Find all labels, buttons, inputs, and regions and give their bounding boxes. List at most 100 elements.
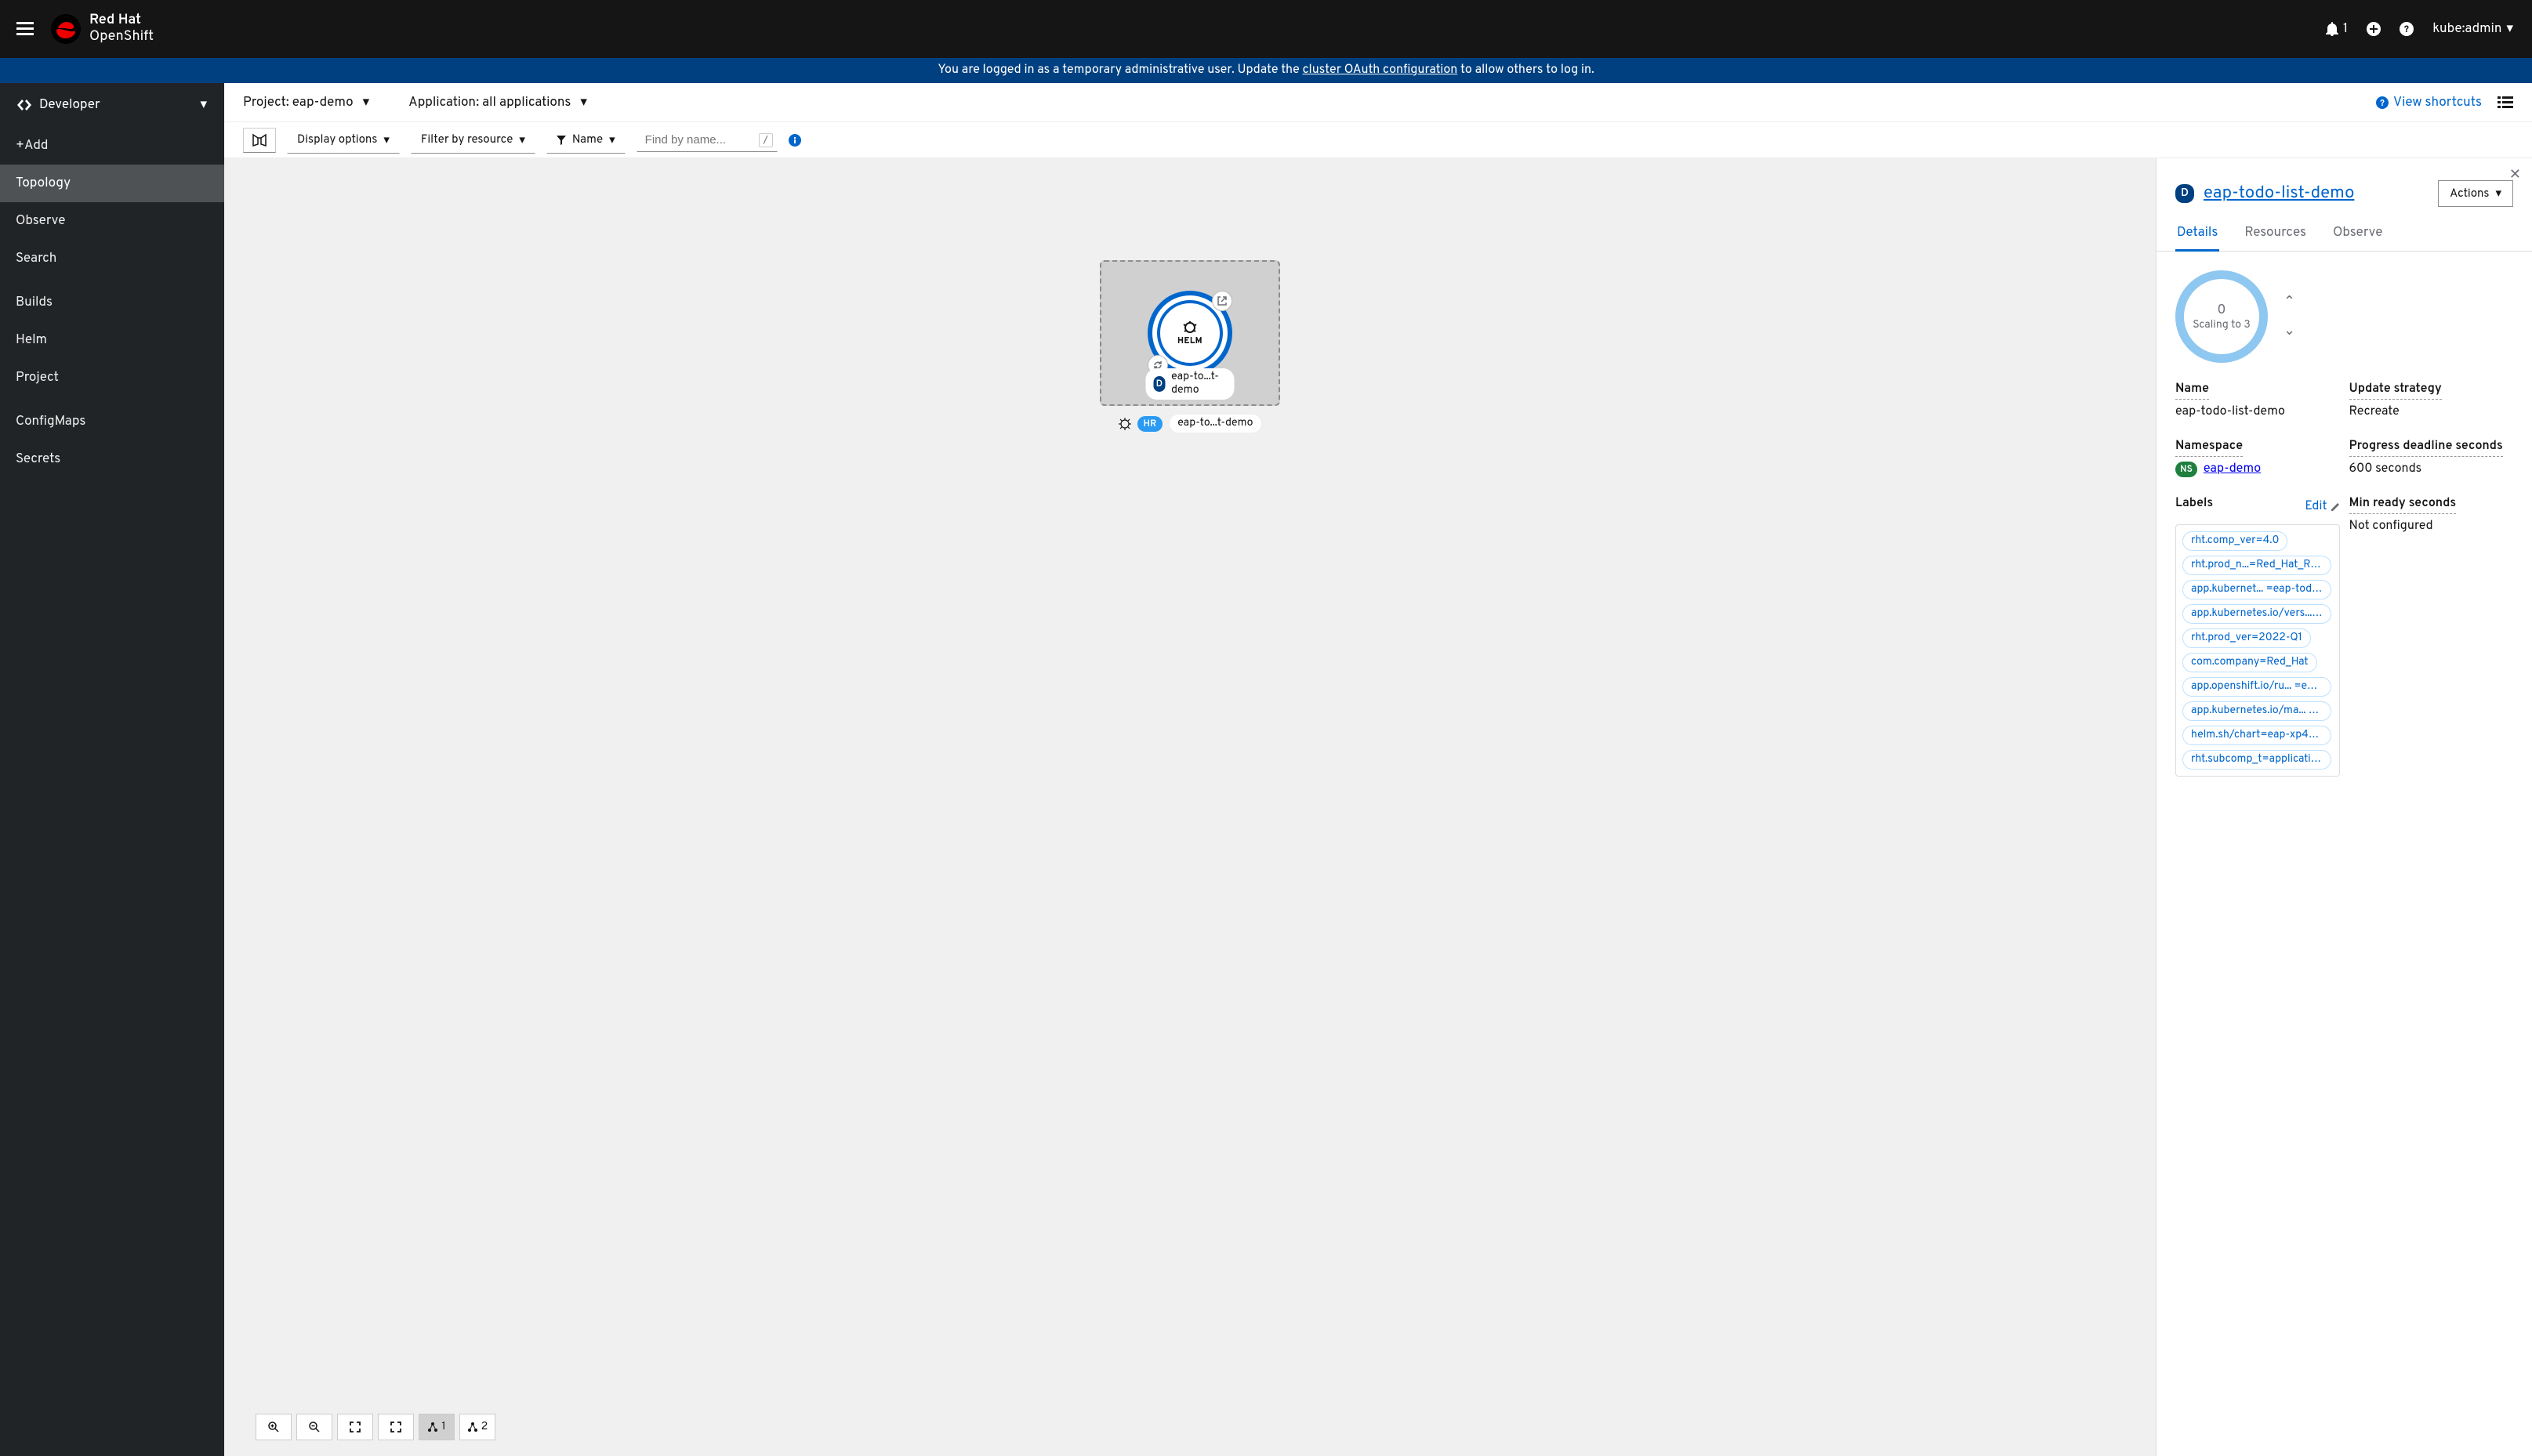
expand-icon [390,1422,401,1432]
banner-text-pre: You are logged in as a temporary adminis… [938,63,1302,78]
project-dropdown[interactable]: Project: eap-demo ▾ [243,94,369,111]
progress-deadline-value: 600 seconds [2349,462,2514,477]
namespace-badge: NS [2175,462,2197,477]
layout-button[interactable] [243,128,276,153]
svg-text:?: ? [2404,24,2409,36]
nav-item-add[interactable]: +Add [0,127,224,165]
deployment-label[interactable]: D eap-to...t-demo [1146,368,1235,400]
svg-text:?: ? [2380,99,2385,109]
helm-release-name: eap-to...t-demo [1177,417,1253,430]
name-field-label: Name [2175,382,2209,400]
list-icon [2498,96,2513,109]
label-chip[interactable]: rht.prod_n...=Red_Hat_Run... [2182,556,2331,575]
pod-ring[interactable]: 0 Scaling to 3 [2175,270,2268,363]
fit-to-screen-button[interactable] [337,1414,373,1440]
tab-resources[interactable]: Resources [2243,216,2308,251]
graph-icon [427,1422,438,1432]
quick-create-button[interactable] [2367,22,2381,36]
help-button[interactable]: ? [2400,22,2414,36]
hamburger-menu-button[interactable] [6,10,44,48]
nav-item-project[interactable]: Project [0,359,224,397]
label-chip[interactable]: com.company=Red_Hat [2182,653,2317,672]
nav-item-secrets[interactable]: Secrets [0,440,224,478]
resource-title-link[interactable]: eap-todo-list-demo [2204,183,2354,205]
bell-icon [2326,22,2338,36]
question-circle-icon: ? [2400,22,2414,36]
filter-resource-dropdown[interactable]: Filter by resource ▾ [411,127,535,154]
pencil-icon [2331,502,2340,512]
namespace-field-label: Namespace [2175,439,2243,457]
helm-icon: HELM [1172,321,1208,345]
oauth-config-link[interactable]: cluster OAuth configuration [1303,63,1458,78]
label-chip[interactable]: rht.comp_ver=4.0 [2182,531,2287,551]
label-chip[interactable]: app.kubernetes.io/ma... =H... [2182,701,2331,721]
layout-1-button[interactable]: 1 [419,1414,455,1440]
brand-logo: Red Hat OpenShift [50,13,154,45]
filter-icon [557,136,566,145]
close-panel-button[interactable]: ✕ [2509,166,2521,184]
svg-text:HELM: HELM [1177,336,1203,345]
scale-down-button[interactable]: ⌄ [2284,322,2295,340]
display-options-dropdown[interactable]: Display options ▾ [287,127,400,154]
nav-item-topology[interactable]: Topology [0,165,224,202]
label-chip[interactable]: rht.subcomp_t=application [2182,750,2331,770]
list-view-toggle[interactable] [2498,96,2513,109]
info-circle-icon [789,134,801,147]
namespace-link[interactable]: eap-demo [2204,462,2261,477]
nav-item-observe[interactable]: Observe [0,202,224,240]
progress-deadline-label: Progress deadline seconds [2349,439,2503,457]
label-chip[interactable]: app.openshift.io/ru... =eap-... [2182,677,2331,697]
zoom-in-button[interactable] [256,1414,292,1440]
helm-release-label[interactable]: eap-to...t-demo [1169,414,1261,433]
application-dropdown[interactable]: Application: all applications ▾ [408,94,587,111]
update-strategy-value: Recreate [2349,404,2514,420]
topology-layout-icon [252,133,267,147]
label-chip[interactable]: app.kubernetes.io/vers... =4... [2182,604,2331,624]
user-menu-button[interactable]: kube:admin ▾ [2432,20,2513,38]
zoom-out-icon [309,1422,320,1432]
zoom-out-button[interactable] [296,1414,332,1440]
tab-details[interactable]: Details [2175,216,2219,252]
layout-2-button[interactable]: 2 [459,1414,495,1440]
reset-view-button[interactable] [378,1414,414,1440]
label-chip[interactable]: helm.sh/chart=eap-xp4-1.0.0 [2182,726,2331,745]
nav-item-builds[interactable]: Builds [0,284,224,321]
helm-release-icon [1119,418,1131,430]
perspective-label: Developer [39,96,100,114]
nav-item-search[interactable]: Search [0,240,224,277]
oauth-banner: You are logged in as a temporary adminis… [0,58,2532,83]
scale-up-button[interactable]: ⌃ [2284,293,2295,311]
perspective-switcher[interactable]: Developer ▾ [0,83,224,127]
caret-down-icon: ▾ [200,96,207,114]
view-shortcuts-link[interactable]: ? View shortcuts [2376,94,2482,111]
question-circle-icon: ? [2376,96,2389,109]
actions-dropdown[interactable]: Actions ▾ [2438,180,2513,207]
layout-1-label: 1 [441,1421,445,1434]
fit-screen-icon [350,1422,361,1432]
name-filter-dropdown[interactable]: Name ▾ [546,127,626,154]
caret-down-icon: ▾ [2495,186,2501,201]
label-chip[interactable]: app.kubernet... =eap-todo... [2182,580,2331,599]
deployment-node[interactable]: HELM [1148,291,1232,375]
caret-down-icon: ▾ [580,94,587,111]
pod-count: 0 [2218,302,2226,319]
info-button[interactable] [789,134,801,147]
pod-status: Scaling to 3 [2193,319,2251,332]
helm-release-badge: HR [1137,416,1163,432]
open-url-decorator[interactable] [1212,291,1232,311]
brand-text-bottom: OpenShift [89,29,154,45]
topology-canvas[interactable]: HELM [224,158,2156,1456]
actions-label: Actions [2450,187,2489,201]
deployment-badge: D [1154,376,1166,392]
edit-labels-button[interactable]: Edit [2305,499,2339,515]
label-chip[interactable]: rht.prod_ver=2022-Q1 [2182,628,2311,648]
caret-down-icon: ▾ [519,132,525,148]
tab-observe[interactable]: Observe [2331,216,2384,251]
nav-item-helm[interactable]: Helm [0,321,224,359]
notification-button[interactable]: 1 [2326,20,2348,38]
nav-item-configmaps[interactable]: ConfigMaps [0,403,224,440]
application-group[interactable]: HELM [1100,260,1280,406]
layout-2-label: 2 [481,1421,488,1434]
brand-text-top: Red Hat [89,13,154,29]
find-by-name-input[interactable] [637,128,778,152]
